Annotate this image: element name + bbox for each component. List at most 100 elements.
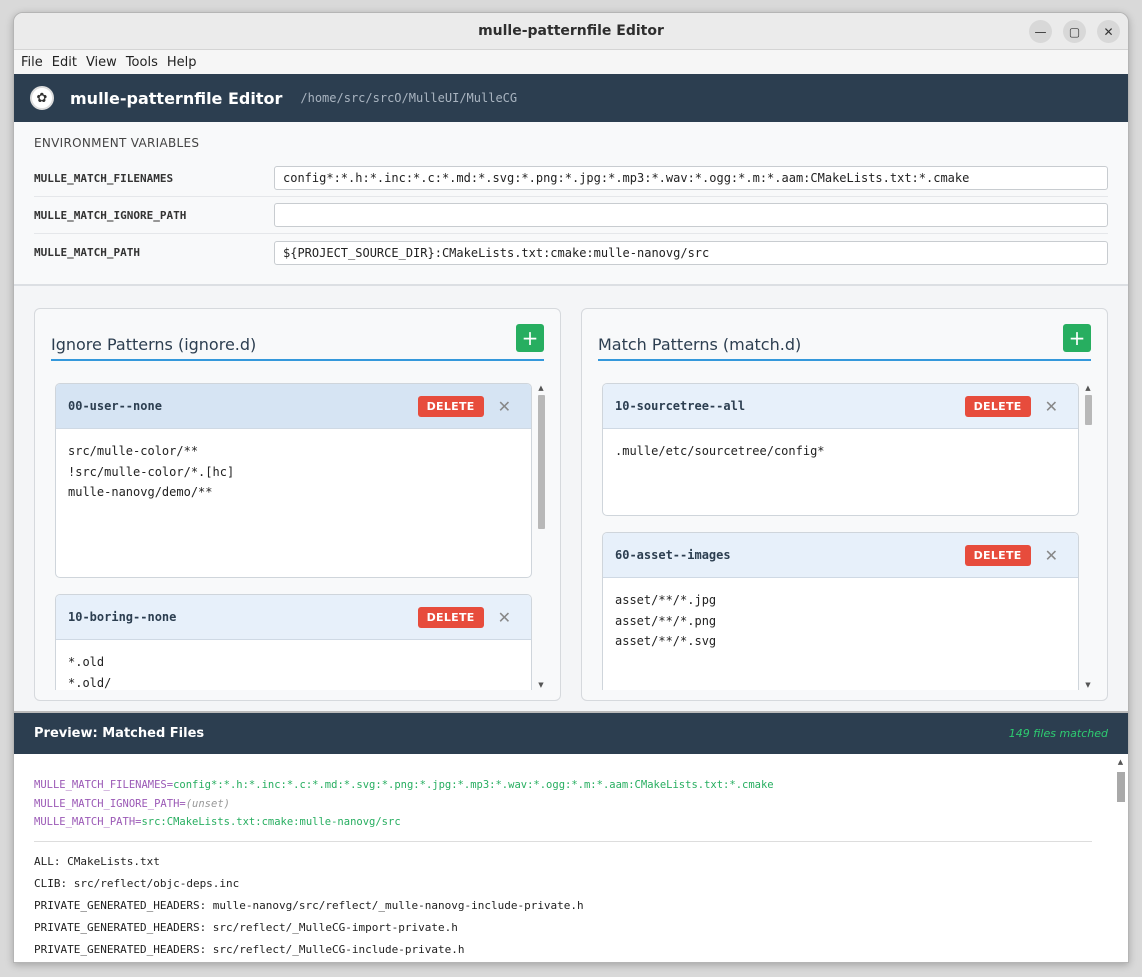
pattern-line: !src/mulle-color/*.[hc] bbox=[68, 464, 235, 479]
preview-output[interactable]: MULLE_MATCH_FILENAMES=config*:*.h:*.inc:… bbox=[14, 754, 1128, 962]
matched-file-line: PRIVATE_GENERATED_HEADERS: src/reflect/_… bbox=[34, 920, 458, 934]
window-title: mulle-patternfile Editor bbox=[478, 23, 664, 39]
delete-button[interactable]: DELETE bbox=[417, 395, 484, 417]
env-row: MULLE_MATCH_IGNORE_PATH bbox=[34, 197, 1108, 234]
pattern-name: 60-asset--images bbox=[615, 548, 731, 562]
menu-view[interactable]: View bbox=[85, 55, 123, 70]
close-icon[interactable]: ✕ bbox=[498, 397, 511, 416]
minimize-icon[interactable]: — bbox=[1029, 20, 1052, 43]
app-header: ✿ mulle-patternfile Editor /home/src/src… bbox=[14, 74, 1128, 122]
env-key: MULLE_MATCH_IGNORE_PATH= bbox=[34, 797, 186, 810]
match-ignore-path-field[interactable] bbox=[274, 203, 1108, 227]
panel-title: Match Patterns (match.d) bbox=[598, 334, 802, 354]
pattern-card: 10-boring--none DELETE ✕ *.old *.old/ bbox=[55, 594, 532, 690]
panel-header: Ignore Patterns (ignore.d) + bbox=[51, 323, 544, 361]
project-path: /home/src/srcO/MulleUI/MulleCG bbox=[300, 91, 518, 105]
matched-file-line: PRIVATE_GENERATED_HEADERS: src/reflect/_… bbox=[34, 942, 465, 956]
env-value: config*:*.h:*.inc:*.c:*.md:*.svg:*.png:*… bbox=[173, 779, 774, 791]
pattern-line: *.old/ bbox=[68, 675, 112, 690]
pattern-line: asset/**/*.png bbox=[615, 613, 717, 628]
preview-env-line: MULLE_MATCH_PATH=src:CMakeLists.txt:cmak… bbox=[34, 813, 1108, 832]
pattern-editor[interactable]: src/mulle-color/** !src/mulle-color/*.[h… bbox=[56, 429, 531, 577]
pattern-editor[interactable]: *.old *.old/ bbox=[56, 640, 531, 690]
scroll-thumb[interactable] bbox=[538, 395, 545, 529]
menu-edit[interactable]: Edit bbox=[51, 55, 83, 70]
scroll-down-icon[interactable]: ▼ bbox=[536, 680, 546, 690]
app-window: mulle-patternfile Editor — ▢ ✕ File Edit… bbox=[13, 12, 1129, 963]
pattern-card: 60-asset--images DELETE ✕ asset/**/*.jpg… bbox=[602, 532, 1079, 690]
preview-scrollbar[interactable]: ▲ bbox=[1115, 758, 1126, 962]
pattern-line: src/mulle-color/** bbox=[68, 444, 199, 458]
scroll-up-icon[interactable]: ▲ bbox=[1083, 383, 1093, 393]
env-unset: (unset) bbox=[185, 797, 230, 810]
delete-button[interactable]: DELETE bbox=[964, 544, 1031, 566]
scroll-track[interactable] bbox=[538, 395, 545, 678]
close-icon[interactable]: ✕ bbox=[1045, 397, 1058, 416]
maximize-icon[interactable]: ▢ bbox=[1063, 20, 1086, 43]
pattern-line: .mulle/etc/sourcetree/config* bbox=[615, 444, 825, 458]
pattern-name: 00-user--none bbox=[68, 399, 162, 413]
pattern-editor[interactable]: .mulle/etc/sourcetree/config* bbox=[603, 429, 1078, 515]
pattern-card-header[interactable]: 10-sourcetree--all DELETE ✕ bbox=[603, 384, 1078, 429]
env-row: MULLE_MATCH_FILENAMES config*:*.h:*.inc:… bbox=[34, 160, 1108, 197]
ignore-pattern-list[interactable]: 00-user--none DELETE ✕ src/mulle-color/*… bbox=[55, 383, 532, 690]
preview-env-line: MULLE_MATCH_IGNORE_PATH=(unset) bbox=[34, 795, 1108, 814]
scroll-thumb[interactable] bbox=[1085, 395, 1092, 425]
env-label: MULLE_MATCH_FILENAMES bbox=[34, 171, 174, 185]
panel-title: Ignore Patterns (ignore.d) bbox=[51, 334, 257, 354]
window-controls: — ▢ ✕ bbox=[1029, 20, 1120, 43]
patterns-area: Ignore Patterns (ignore.d) + 00-user--no… bbox=[34, 308, 1108, 701]
menubar: File Edit View Tools Help bbox=[14, 50, 1128, 74]
matched-file-line: ALL: CMakeLists.txt bbox=[34, 854, 160, 868]
pattern-card: 10-sourcetree--all DELETE ✕ .mulle/etc/s… bbox=[602, 383, 1079, 516]
matched-count: 149 files matched bbox=[1008, 727, 1108, 740]
menu-tools[interactable]: Tools bbox=[125, 55, 164, 70]
env-value: src:CMakeLists.txt:cmake:mulle-nanovg/sr… bbox=[141, 816, 401, 828]
panel-header: Match Patterns (match.d) + bbox=[598, 323, 1091, 361]
close-icon[interactable]: ✕ bbox=[498, 608, 511, 627]
window-titlebar[interactable]: mulle-patternfile Editor — ▢ ✕ bbox=[14, 13, 1128, 50]
environment-variables-section: ENVIRONMENT VARIABLES MULLE_MATCH_FILENA… bbox=[14, 122, 1128, 286]
pattern-card-header[interactable]: 60-asset--images DELETE ✕ bbox=[603, 533, 1078, 578]
close-icon[interactable]: ✕ bbox=[1045, 546, 1058, 565]
scroll-thumb[interactable] bbox=[1117, 772, 1125, 802]
close-window-icon[interactable]: ✕ bbox=[1097, 20, 1120, 43]
add-ignore-pattern-button[interactable]: + bbox=[516, 324, 544, 352]
match-path-field[interactable]: ${PROJECT_SOURCE_DIR}:CMakeLists.txt:cma… bbox=[274, 240, 1108, 265]
scroll-up-icon[interactable]: ▲ bbox=[1115, 758, 1126, 766]
pattern-card: 00-user--none DELETE ✕ src/mulle-color/*… bbox=[55, 383, 532, 578]
matched-file-line: PRIVATE_GENERATED_HEADERS: mulle-nanovg/… bbox=[34, 898, 584, 912]
pattern-name: 10-sourcetree--all bbox=[615, 399, 746, 413]
menu-help[interactable]: Help bbox=[166, 55, 203, 70]
pattern-line: asset/**/*.svg bbox=[615, 634, 717, 648]
env-key: MULLE_MATCH_PATH= bbox=[34, 816, 142, 828]
pattern-line: *.old bbox=[68, 655, 105, 669]
add-match-pattern-button[interactable]: + bbox=[1063, 324, 1091, 352]
match-pattern-list[interactable]: 10-sourcetree--all DELETE ✕ .mulle/etc/s… bbox=[602, 383, 1079, 690]
pattern-name: 10-boring--none bbox=[68, 610, 177, 624]
env-label: MULLE_MATCH_IGNORE_PATH bbox=[34, 208, 187, 222]
preview-title: Preview: Matched Files bbox=[34, 726, 205, 741]
matched-file-line: CLIB: src/reflect/objc-deps.inc bbox=[34, 876, 240, 890]
match-filenames-field[interactable]: config*:*.h:*.inc:*.c:*.md:*.svg:*.png:*… bbox=[274, 166, 1108, 190]
pattern-line: asset/**/*.jpg bbox=[615, 593, 717, 607]
scroll-down-icon[interactable]: ▼ bbox=[1083, 680, 1093, 690]
match-scrollbar[interactable]: ▲ ▼ bbox=[1083, 383, 1093, 690]
match-patterns-panel: Match Patterns (match.d) + 10-sourcetree… bbox=[581, 308, 1108, 701]
pattern-card-header[interactable]: 00-user--none DELETE ✕ bbox=[56, 384, 531, 429]
ignore-patterns-panel: Ignore Patterns (ignore.d) + 00-user--no… bbox=[34, 308, 561, 701]
preview-header: Preview: Matched Files 149 files matched bbox=[14, 711, 1128, 754]
menu-file[interactable]: File bbox=[20, 55, 49, 70]
pattern-line: mulle-nanovg/demo/** bbox=[68, 485, 213, 499]
preview-env-line: MULLE_MATCH_FILENAMES=config*:*.h:*.inc:… bbox=[34, 776, 1108, 795]
pattern-editor[interactable]: asset/**/*.jpg asset/**/*.png asset/**/*… bbox=[603, 578, 1078, 690]
app-logo-icon: ✿ bbox=[30, 86, 54, 110]
delete-button[interactable]: DELETE bbox=[964, 395, 1031, 417]
delete-button[interactable]: DELETE bbox=[417, 606, 484, 628]
env-key: MULLE_MATCH_FILENAMES= bbox=[34, 779, 174, 791]
ignore-scrollbar[interactable]: ▲ ▼ bbox=[536, 383, 546, 690]
scroll-track[interactable] bbox=[1085, 395, 1092, 678]
scroll-up-icon[interactable]: ▲ bbox=[536, 383, 546, 393]
preview-divider bbox=[34, 840, 1092, 842]
pattern-card-header[interactable]: 10-boring--none DELETE ✕ bbox=[56, 595, 531, 640]
